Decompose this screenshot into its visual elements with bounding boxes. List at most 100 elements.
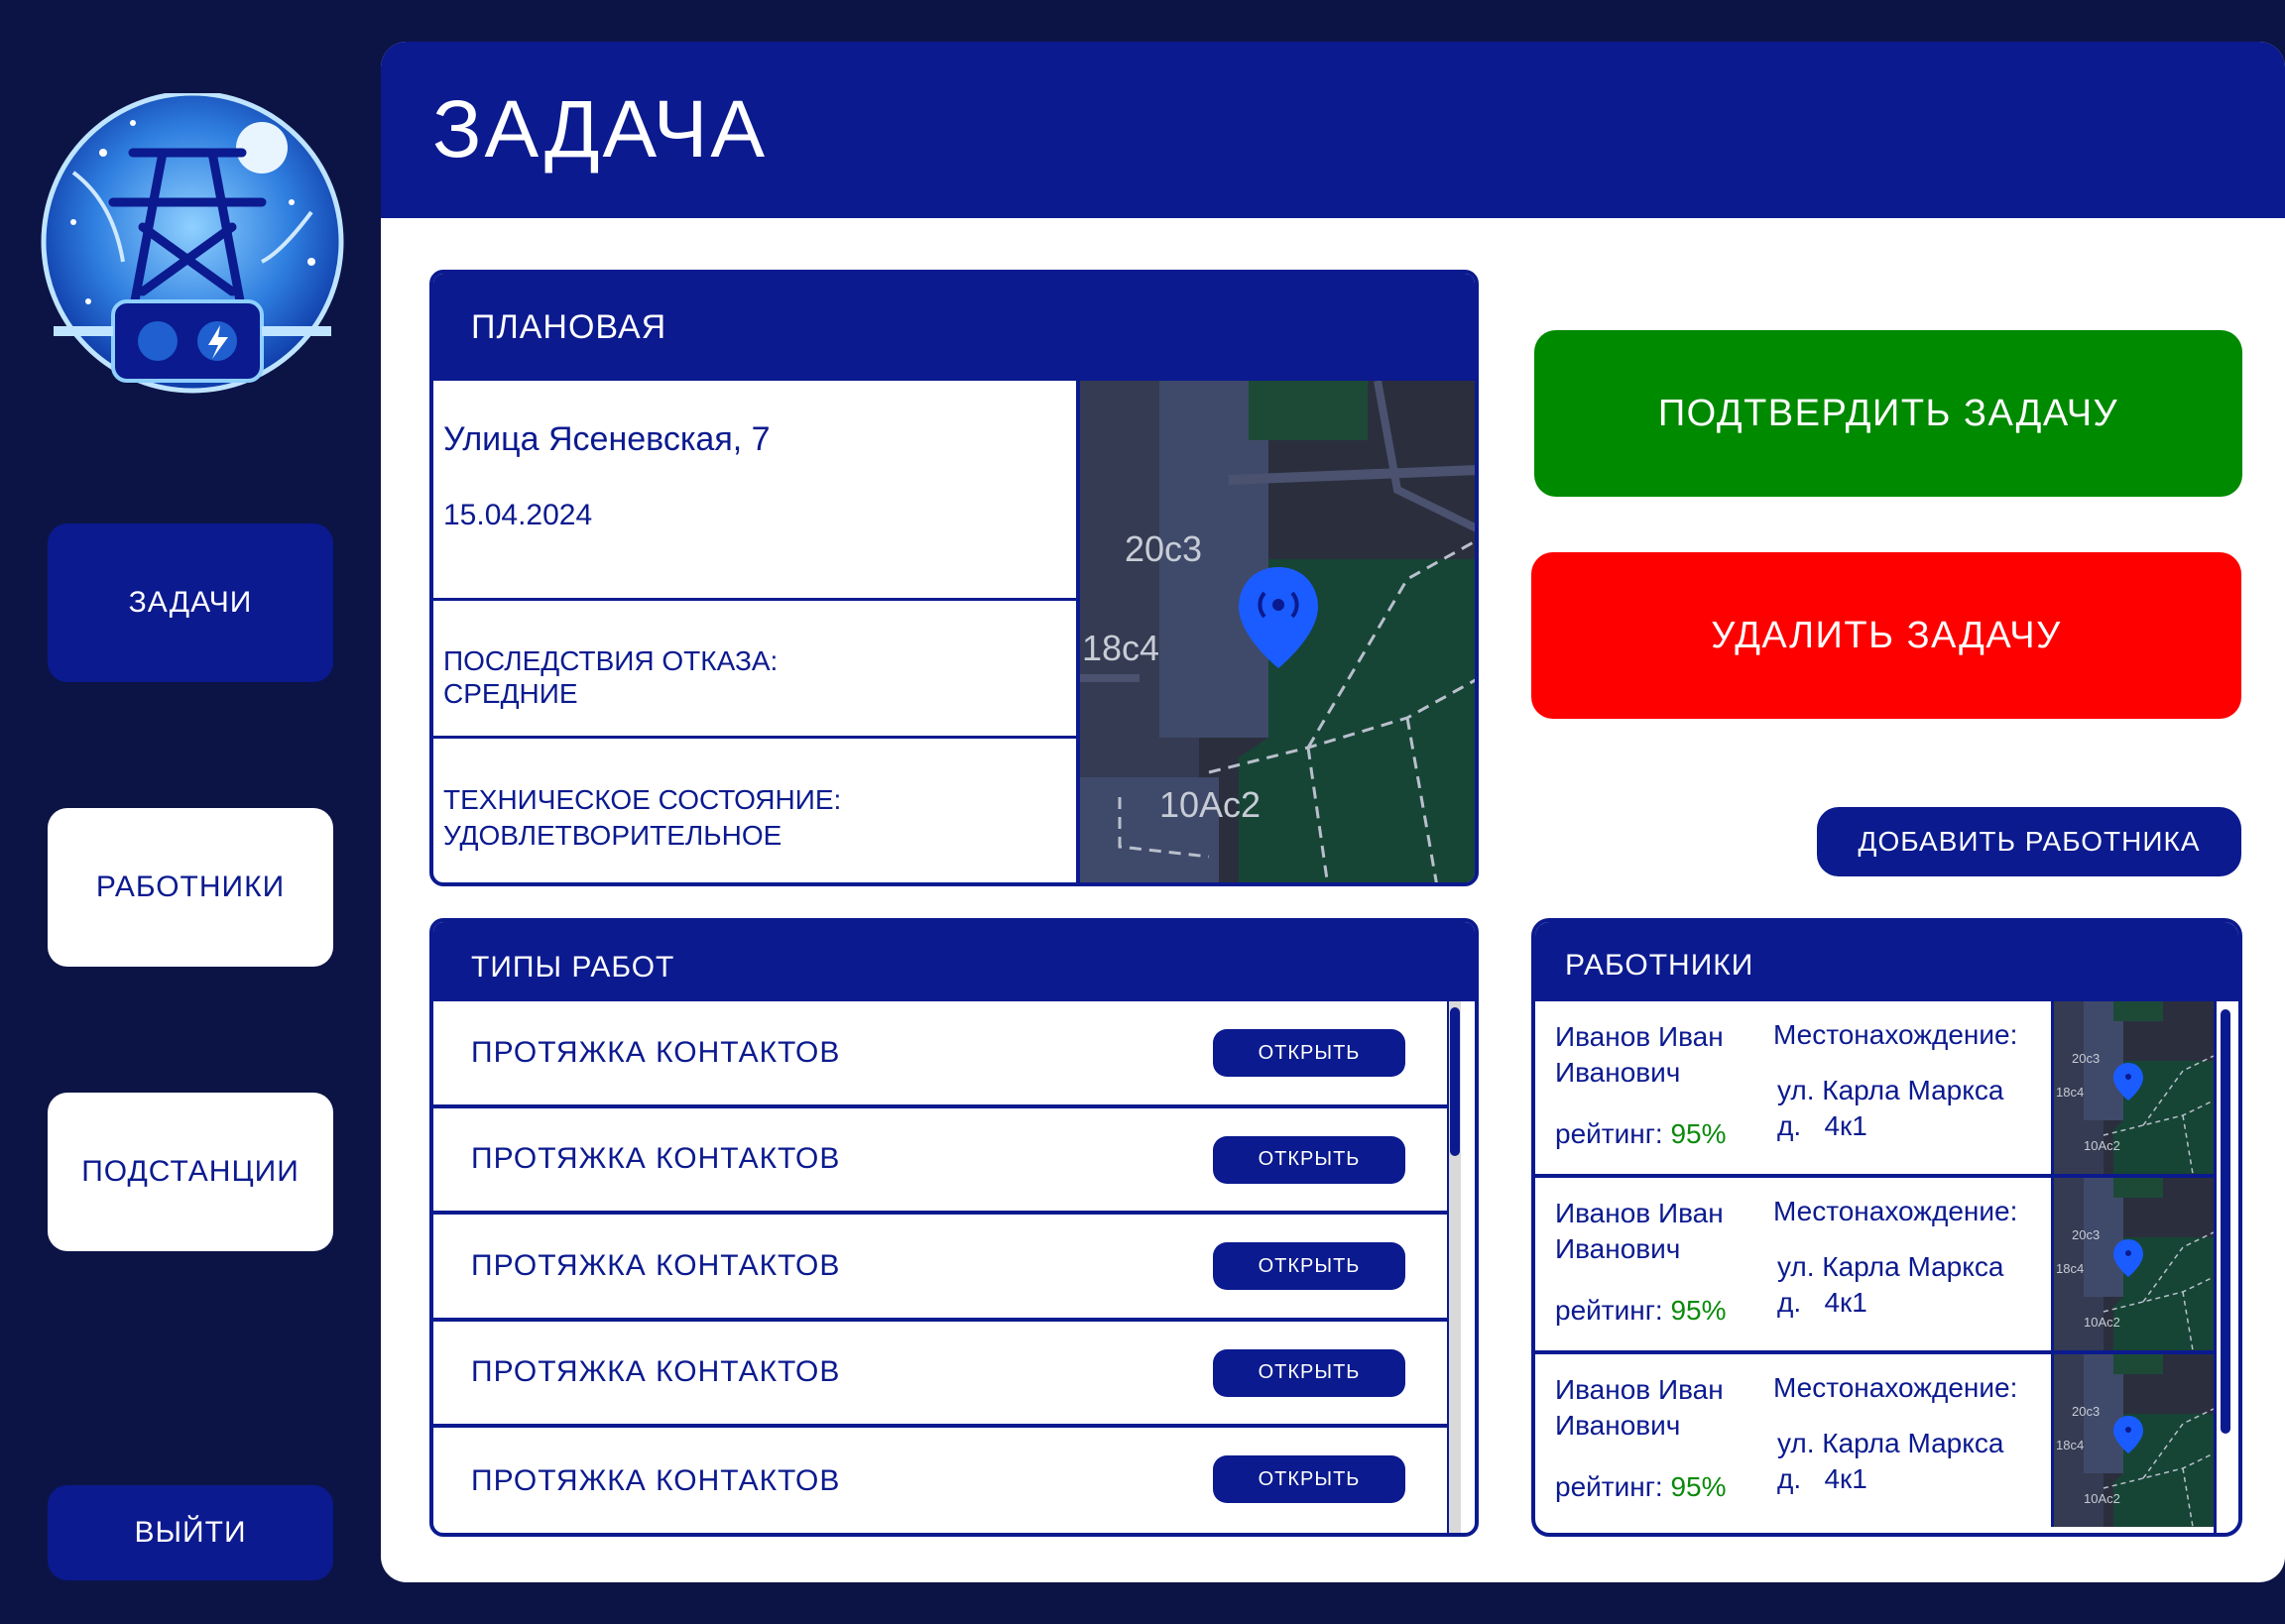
rating-label: рейтинг: xyxy=(1555,1118,1671,1149)
worker-mini-map[interactable]: 20с3 18с4 10Ас2 xyxy=(2051,1001,2215,1175)
page-title: ЗАДАЧА xyxy=(432,84,769,174)
work-types-card: ТИПЫ РАБОТ ПРОТЯЖКА КОНТАКТОВ ОТКРЫТЬ ПР… xyxy=(429,918,1479,1537)
worker-mini-map[interactable]: 20с3 18с4 10Ас2 xyxy=(2051,1178,2215,1351)
open-button[interactable]: ОТКРЫТЬ xyxy=(1213,1135,1405,1184)
task-map[interactable]: 20с3 18с4 10Ас2 xyxy=(1076,380,1475,882)
workers-scrollbar[interactable] xyxy=(2214,1001,2230,1533)
list-item: ПРОТЯЖКА КОНТАКТОВ ОТКРЫТЬ xyxy=(433,1108,1447,1215)
worker-name-line: Иванов Иван xyxy=(1555,1198,1724,1228)
location-label: Местонахождение: xyxy=(1773,1019,2018,1050)
sidebar-item-workers[interactable]: РАБОТНИКИ xyxy=(48,808,333,967)
work-type-label: ПРОТЯЖКА КОНТАКТОВ xyxy=(471,1142,841,1176)
open-label: ОТКРЫТЬ xyxy=(1258,1361,1361,1383)
worker-location: ул. Карла Маркса д. 4к1 xyxy=(1777,1426,2003,1497)
list-item: ПРОТЯЖКА КОНТАКТОВ ОТКРЫТЬ xyxy=(433,1215,1447,1322)
open-button[interactable]: ОТКРЫТЬ xyxy=(1213,1029,1405,1077)
location-line: ул. Карла Маркса xyxy=(1777,1428,2004,1458)
map-label: 18с4 xyxy=(2056,1261,2084,1276)
worker-row[interactable]: Иванов Иван Иванович рейтинг: 95% Местон… xyxy=(1535,1001,2215,1178)
workers-title: РАБОТНИКИ xyxy=(1565,949,1754,982)
map-label: 20с3 xyxy=(2072,1404,2100,1419)
location-line: д. 4к1 xyxy=(1777,1463,1867,1494)
open-label: ОТКРЫТЬ xyxy=(1258,1148,1361,1170)
map-label: 20с3 xyxy=(2072,1227,2100,1242)
technical-state-label: ТЕХНИЧЕСКОЕ СОСТОЯНИЕ: xyxy=(443,784,842,815)
task-card: ПЛАНОВАЯ Улица Ясеневская, 7 15.04.2024 … xyxy=(429,270,1479,886)
location-label: Местонахождение: xyxy=(1773,1196,2018,1226)
worker-name: Иванов Иван Иванович xyxy=(1555,1372,1753,1444)
list-item: ПРОТЯЖКА КОНТАКТОВ ОТКРЫТЬ xyxy=(433,1428,1447,1533)
sidebar-item-label: РАБОТНИКИ xyxy=(95,870,286,903)
logo-power-pylon-icon xyxy=(34,90,351,401)
map-label: 10Ас2 xyxy=(2084,1138,2120,1153)
open-button[interactable]: ОТКРЫТЬ xyxy=(1213,1242,1405,1290)
rating-label: рейтинг: xyxy=(1555,1295,1671,1326)
task-type-header: ПЛАНОВАЯ xyxy=(433,274,1475,381)
open-label: ОТКРЫТЬ xyxy=(1258,1467,1361,1490)
map-label: 10Ас2 xyxy=(2084,1315,2120,1330)
rating-value: 95% xyxy=(1670,1471,1727,1502)
delete-task-label: УДАЛИТЬ ЗАДАЧУ xyxy=(1711,614,2062,656)
worker-name-line: Иванович xyxy=(1555,1233,1681,1264)
failure-consequences-value: СРЕДНИЕ xyxy=(443,678,578,709)
open-button[interactable]: ОТКРЫТЬ xyxy=(1213,1348,1405,1397)
sidebar-item-label: ЗАДАЧИ xyxy=(128,586,253,619)
app-root: ЗАДАЧИ РАБОТНИКИ ПОДСТАНЦИИ ВЫЙТИ ЗАДАЧА… xyxy=(0,0,2285,1624)
sidebar-item-tasks[interactable]: ЗАДАЧИ xyxy=(48,523,333,682)
location-line: ул. Карла Маркса xyxy=(1777,1251,2004,1282)
worker-mini-map[interactable]: 20с3 18с4 10Ас2 xyxy=(2051,1354,2215,1528)
worker-location: ул. Карла Маркса д. 4к1 xyxy=(1777,1073,2003,1144)
delete-task-button[interactable]: УДАЛИТЬ ЗАДАЧУ xyxy=(1531,552,2241,719)
work-type-label: ПРОТЯЖКА КОНТАКТОВ xyxy=(471,1035,841,1069)
sidebar-item-label: ПОДСТАНЦИИ xyxy=(81,1155,300,1188)
rating-value: 95% xyxy=(1670,1118,1727,1149)
worker-row[interactable]: Иванов Иван Иванович рейтинг: 95% Местон… xyxy=(1535,1354,2215,1531)
work-types-list: ПРОТЯЖКА КОНТАКТОВ ОТКРЫТЬ ПРОТЯЖКА КОНТ… xyxy=(433,1001,1447,1533)
failure-consequences-label: ПОСЛЕДСТВИЯ ОТКАЗА: xyxy=(443,645,779,676)
worker-name-line: Иванов Иван xyxy=(1555,1374,1724,1405)
task-address-cell: Улица Ясеневская, 7 15.04.2024 xyxy=(433,381,1076,601)
map-label: 18с4 xyxy=(2056,1085,2084,1100)
add-worker-button[interactable]: ДОБАВИТЬ РАБОТНИКА xyxy=(1817,807,2241,876)
open-button[interactable]: ОТКРЫТЬ xyxy=(1213,1455,1405,1503)
map-label: 10Ас2 xyxy=(1159,784,1261,825)
worker-name-line: Иванов Иван xyxy=(1555,1021,1724,1052)
technical-state: ТЕХНИЧЕСКОЕ СОСТОЯНИЕ: УДОВЛЕТВОРИТЕЛЬНО… xyxy=(433,739,1076,882)
rating-value: 95% xyxy=(1670,1295,1727,1326)
map-label: 20с3 xyxy=(2072,1051,2100,1066)
logout-label: ВЫЙТИ xyxy=(134,1516,247,1549)
sidebar: ЗАДАЧИ РАБОТНИКИ ПОДСТАНЦИИ ВЫЙТИ xyxy=(0,0,381,1624)
work-type-label: ПРОТЯЖКА КОНТАКТОВ xyxy=(471,1355,841,1389)
confirm-task-label: ПОДТВЕРДИТЬ ЗАДАЧУ xyxy=(1657,392,2119,434)
location-line: д. 4к1 xyxy=(1777,1287,1867,1318)
confirm-task-button[interactable]: ПОДТВЕРДИТЬ ЗАДАЧУ xyxy=(1534,330,2242,497)
work-types-scrollbar[interactable] xyxy=(1447,1001,1461,1533)
location-line: ул. Карла Маркса xyxy=(1777,1075,2004,1105)
worker-row[interactable]: Иванов Иван Иванович рейтинг: 95% Местон… xyxy=(1535,1178,2215,1354)
work-type-label: ПРОТЯЖКА КОНТАКТОВ xyxy=(471,1463,841,1497)
technical-state-value: УДОВЛЕТВОРИТЕЛЬНОЕ xyxy=(443,820,782,851)
worker-name: Иванов Иван Иванович xyxy=(1555,1196,1753,1267)
map-label: 20с3 xyxy=(1125,528,1202,569)
worker-rating: рейтинг: 95% xyxy=(1555,1471,1727,1503)
workers-card: РАБОТНИКИ Иванов Иван Иванович рейтинг: … xyxy=(1531,918,2242,1537)
map-label: 18с4 xyxy=(2056,1438,2084,1452)
worker-location: ул. Карла Маркса д. 4к1 xyxy=(1777,1249,2003,1321)
scrollbar-thumb[interactable] xyxy=(1450,1007,1460,1156)
workers-header: РАБОТНИКИ xyxy=(1535,922,2238,1001)
sidebar-item-substations[interactable]: ПОДСТАНЦИИ xyxy=(48,1093,333,1251)
logout-button[interactable]: ВЫЙТИ xyxy=(48,1485,333,1580)
list-item: ПРОТЯЖКА КОНТАКТОВ ОТКРЫТЬ xyxy=(433,1001,1447,1108)
task-date: 15.04.2024 xyxy=(443,499,593,531)
open-label: ОТКРЫТЬ xyxy=(1258,1041,1361,1064)
worker-name-line: Иванович xyxy=(1555,1410,1681,1441)
scrollbar-thumb[interactable] xyxy=(2221,1009,2230,1434)
worker-name: Иванов Иван Иванович xyxy=(1555,1019,1753,1091)
failure-consequences: ПОСЛЕДСТВИЯ ОТКАЗА: СРЕДНИЕ xyxy=(433,601,1076,739)
task-info: Улица Ясеневская, 7 15.04.2024 ПОСЛЕДСТВ… xyxy=(433,381,1076,882)
task-address: Улица Ясеневская, 7 xyxy=(443,420,771,458)
add-worker-label: ДОБАВИТЬ РАБОТНИКА xyxy=(1858,826,2201,857)
open-label: ОТКРЫТЬ xyxy=(1258,1254,1361,1277)
worker-rating: рейтинг: 95% xyxy=(1555,1295,1727,1327)
page-header: ЗАДАЧА xyxy=(381,42,2285,218)
